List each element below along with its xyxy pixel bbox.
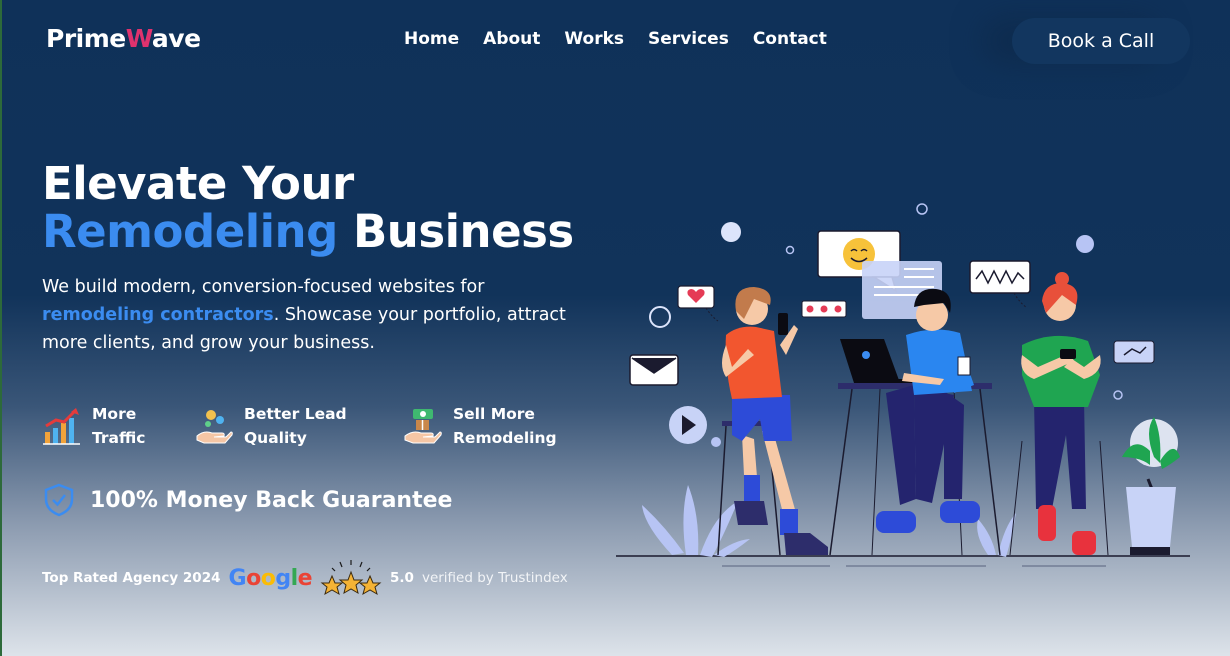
feature-sell-more-line-2: Remodeling <box>453 429 557 447</box>
logo-part-2: ave <box>151 24 201 53</box>
page: PrimeWave Home About Works Services Cont… <box>0 0 1230 656</box>
feature-sell-more-label: Sell More Remodeling <box>453 402 583 450</box>
feature-lead-quality-line-1: Better Lead <box>244 405 347 423</box>
money-hand-icon <box>404 409 442 444</box>
subtext-before: We build modern, conversion-focused webs… <box>42 277 485 297</box>
feature-traffic-line-1: More <box>92 405 137 423</box>
trustindex-verified: verified by Trustindex <box>421 570 568 586</box>
shield-check-icon <box>44 483 74 517</box>
nav-contact-link[interactable]: Contact <box>753 29 827 49</box>
google-logo: Google <box>228 565 313 591</box>
book-call-button[interactable]: Book a Call <box>1012 18 1190 64</box>
feature-traffic-line-2: Traffic <box>92 429 146 447</box>
nav-works-link[interactable]: Works <box>564 29 624 49</box>
brand-logo[interactable]: PrimeWave <box>46 24 201 53</box>
rating-score: 5.0 <box>390 570 414 586</box>
rating-bar: Top Rated Agency 2024 Google 5.0 verifie… <box>42 558 568 598</box>
hero-illustration <box>616 203 1190 567</box>
headline-line-1: Elevate Your <box>42 157 354 210</box>
headline-line-2-rest: Business <box>352 205 574 258</box>
headline-highlight: Remodeling <box>42 205 338 258</box>
stars-badge-icon <box>320 560 382 596</box>
rating-label: Top Rated Agency 2024 <box>42 570 221 586</box>
nav-home-link[interactable]: Home <box>404 29 459 49</box>
logo-part-1: Prime <box>46 24 126 53</box>
subtext-highlight: remodeling contractors <box>42 305 274 325</box>
feature-sell-more-line-1: Sell More <box>453 405 535 423</box>
feature-lead-quality-line-2: Quality <box>244 429 307 447</box>
money-back-guarantee: 100% Money Back Guarantee <box>42 483 452 517</box>
feature-sell-more: Sell More Remodeling <box>403 402 583 450</box>
feature-lead-quality: Better Lead Quality <box>194 402 374 450</box>
lead-hand-icon <box>196 410 233 444</box>
nav-about-link[interactable]: About <box>483 29 540 49</box>
main-nav: Home About Works Services Contact <box>404 29 827 49</box>
feature-lead-quality-label: Better Lead Quality <box>244 402 374 450</box>
hero-headline: Elevate Your Remodeling Business <box>42 160 574 256</box>
logo-accent-letter: W <box>125 24 153 53</box>
hero-subtext: We build modern, conversion-focused webs… <box>42 273 602 357</box>
nav-services-link[interactable]: Services <box>648 29 729 49</box>
guarantee-text: 100% Money Back Guarantee <box>90 487 453 513</box>
growth-chart-icon <box>43 408 80 445</box>
